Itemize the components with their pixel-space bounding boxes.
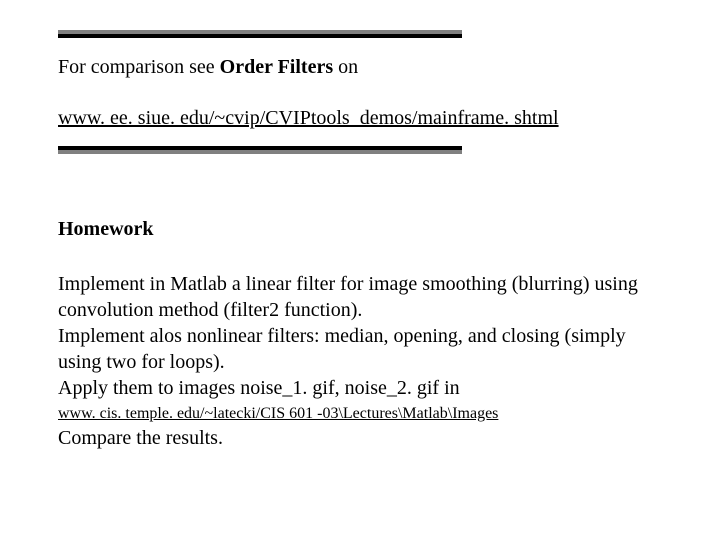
- intro-link-line: www. ee. siue. edu/~cvip/CVIPtools_demos…: [58, 105, 662, 132]
- homework-final: Compare the results.: [58, 425, 662, 451]
- intro-section: For comparison see Order Filters on www.…: [58, 54, 662, 132]
- rule-gray: [58, 150, 462, 154]
- intro-suffix: on: [333, 56, 358, 78]
- slide: For comparison see Order Filters on www.…: [0, 0, 720, 540]
- intro-bold: Order Filters: [220, 56, 333, 78]
- mid-rule: [58, 146, 662, 154]
- intro-prefix: For comparison see: [58, 56, 220, 78]
- homework-body: Implement in Matlab a linear filter for …: [58, 271, 662, 401]
- intro-link[interactable]: www. ee. siue. edu/~cvip/CVIPtools_demos…: [58, 107, 559, 129]
- homework-title: Homework: [58, 218, 662, 241]
- rule-black: [58, 34, 462, 38]
- homework-link[interactable]: www. cis. temple. edu/~latecki/CIS 601 -…: [58, 405, 662, 423]
- intro-line: For comparison see Order Filters on: [58, 54, 662, 81]
